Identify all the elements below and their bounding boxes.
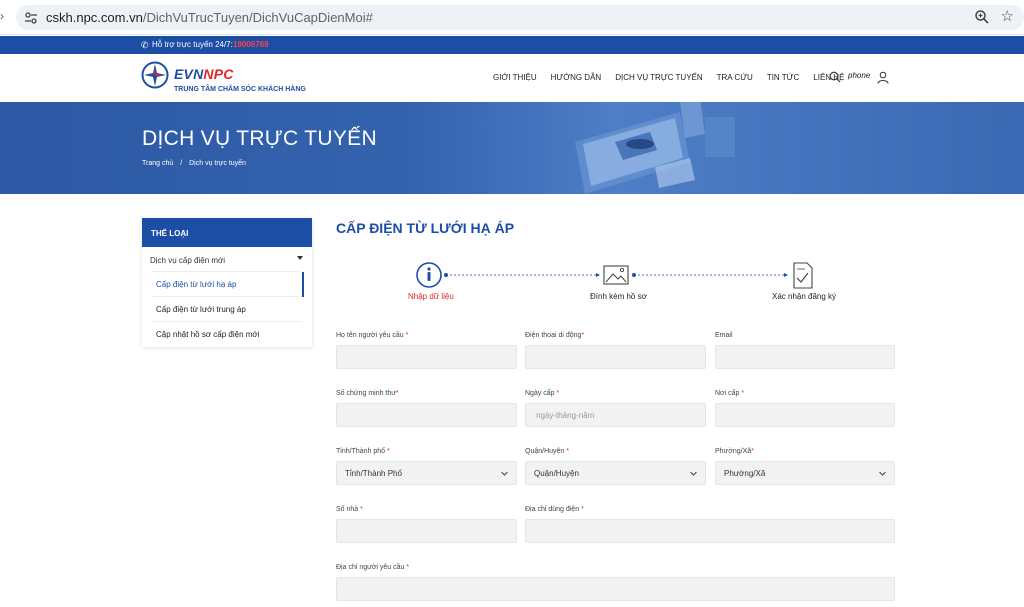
quan-selected-value: Quận/Huyện <box>534 469 579 478</box>
breadcrumb: Trang chủ / Dịch vụ trực tuyến <box>142 160 246 167</box>
nav-gioi-thieu[interactable]: GIỚI THIỆU <box>493 73 537 82</box>
email-input[interactable] <box>715 345 895 369</box>
sidebar-parent-label: Dịch vụ cấp điện mới <box>150 256 226 265</box>
label-so-cmt: Số chứng minh thư* <box>336 390 399 397</box>
dia-chi-dung-dien-input[interactable] <box>525 519 895 543</box>
dia-chi-nguoi-yc-input[interactable] <box>336 577 895 601</box>
phuong-select[interactable]: Phường/Xã <box>715 461 895 485</box>
so-cmt-input[interactable] <box>336 403 517 427</box>
browser-toolbar: › cskh.npc.com.vn/DichVuTrucTuyen/DichVu… <box>0 0 1024 35</box>
support-label: Hỗ trợ trực tuyến 24/7: <box>152 40 233 49</box>
breadcrumb-current: Dịch vụ trực tuyến <box>189 160 246 167</box>
chevron-down-icon <box>879 471 886 476</box>
devices-illustration-icon <box>575 102 735 194</box>
sidebar-item-cap-dien-trung-ap[interactable]: Cấp điện từ lưới trung áp <box>152 296 302 321</box>
phuong-selected-value: Phường/Xã <box>724 469 766 478</box>
side-panel-arrow-icon[interactable]: › <box>0 9 4 23</box>
ho-ten-input[interactable] <box>336 345 517 369</box>
label-tinh: Tỉnh/Thành phố * <box>336 448 390 455</box>
nav-tin-tuc[interactable]: TIN TỨC <box>767 73 799 82</box>
step-2-label: Đính kèm hồ sơ <box>590 292 647 301</box>
site-settings-icon[interactable] <box>23 10 39 26</box>
page-title: DỊCH VỤ TRỰC TUYẾN <box>142 127 377 150</box>
step-3-label: Xác nhận đăng ký <box>772 292 837 301</box>
breadcrumb-home[interactable]: Trang chủ <box>142 160 173 167</box>
label-quan: Quận/Huyện * <box>525 448 569 455</box>
phone-link[interactable]: phone <box>848 71 870 80</box>
page-banner: DỊCH VỤ TRỰC TUYẾN Trang chủ / Dịch vụ t… <box>0 102 1024 194</box>
logo-text[interactable]: EVNNPC <box>174 66 234 82</box>
nav-tra-cuu[interactable]: TRA CỨU <box>717 73 753 82</box>
label-dien-thoai: Điện thoại di động* <box>525 332 585 339</box>
sidebar-heading: THỂ LOẠI <box>142 218 312 247</box>
breadcrumb-separator: / <box>180 160 183 167</box>
image-attachment-icon <box>603 265 629 285</box>
bookmark-star-icon[interactable]: ☆ <box>1001 7 1014 25</box>
address-bar[interactable]: cskh.npc.com.vn/DichVuTrucTuyen/DichVuCa… <box>16 5 1024 30</box>
nav-dich-vu-truc-tuyen[interactable]: DỊCH VỤ TRỰC TUYẾN <box>615 73 702 82</box>
ngay-cap-placeholder: ngày-tháng-năm <box>536 411 595 420</box>
label-ho-ten: Họ tên người yêu cầu * <box>336 332 409 339</box>
url-text[interactable]: cskh.npc.com.vn/DichVuTrucTuyen/DichVuCa… <box>46 10 373 25</box>
label-dia-chi-nguoi-yc: Địa chỉ người yêu cầu * <box>336 564 410 571</box>
label-ngay-cap: Ngày cấp * <box>525 390 560 397</box>
step-1-label: Nhập dữ liệu <box>408 292 454 301</box>
site-header: EVNNPC TRUNG TÂM CHĂM SÓC KHÁCH HÀNG GIỚ… <box>0 54 1024 102</box>
document-check-icon <box>793 262 813 289</box>
form-title: CẤP ĐIỆN TỪ LƯỚI HẠ ÁP <box>336 220 515 236</box>
main-nav: GIỚI THIỆU HƯỚNG DẪN DỊCH VỤ TRỰC TUYẾN … <box>493 73 844 82</box>
logo-subtitle: TRUNG TÂM CHĂM SÓC KHÁCH HÀNG <box>174 86 306 93</box>
so-nha-input[interactable] <box>336 519 517 543</box>
top-info-strip: ✆ Hỗ trợ trực tuyến 24/7: 19006769 <box>0 36 1024 54</box>
quan-select[interactable]: Quận/Huyện <box>525 461 706 485</box>
label-dia-chi-dung-dien: Địa chỉ dùng điện * <box>525 506 584 513</box>
label-phuong: Phường/Xã* <box>715 448 754 455</box>
chevron-down-icon <box>501 471 508 476</box>
evn-logo-icon[interactable] <box>141 61 169 89</box>
noi-cap-input[interactable] <box>715 403 895 427</box>
ngay-cap-input[interactable]: ngày-tháng-năm <box>525 403 706 427</box>
zoom-icon[interactable] <box>974 9 990 25</box>
label-email: Email <box>715 332 733 339</box>
sidebar-item-cap-nhat-ho-so[interactable]: Cập nhật hồ sơ cấp điện mới <box>152 321 302 346</box>
nav-huong-dan[interactable]: HƯỚNG DẪN <box>551 73 602 82</box>
hotline-number[interactable]: 19006769 <box>233 40 269 49</box>
user-icon[interactable] <box>877 71 889 84</box>
label-so-nha: Số nhà * <box>336 506 363 513</box>
tinh-select[interactable]: Tỉnh/Thành Phố <box>336 461 517 485</box>
search-icon[interactable] <box>829 71 841 83</box>
caret-down-icon <box>297 256 303 260</box>
sidebar-item-cap-dien-ha-ap[interactable]: Cấp điện từ lưới hạ áp <box>152 271 304 297</box>
tinh-selected-value: Tỉnh/Thành Phố <box>345 469 402 478</box>
dien-thoai-input[interactable] <box>525 345 706 369</box>
label-noi-cap: Nơi cấp * <box>715 390 745 397</box>
chevron-down-icon <box>690 471 697 476</box>
category-sidebar: THỂ LOẠI Dịch vụ cấp điện mới Cấp điện t… <box>142 218 312 347</box>
phone-icon: ✆ <box>141 40 149 50</box>
sidebar-parent-dich-vu-cap-dien-moi[interactable]: Dịch vụ cấp điện mới <box>142 247 312 271</box>
info-step-icon <box>416 262 442 288</box>
